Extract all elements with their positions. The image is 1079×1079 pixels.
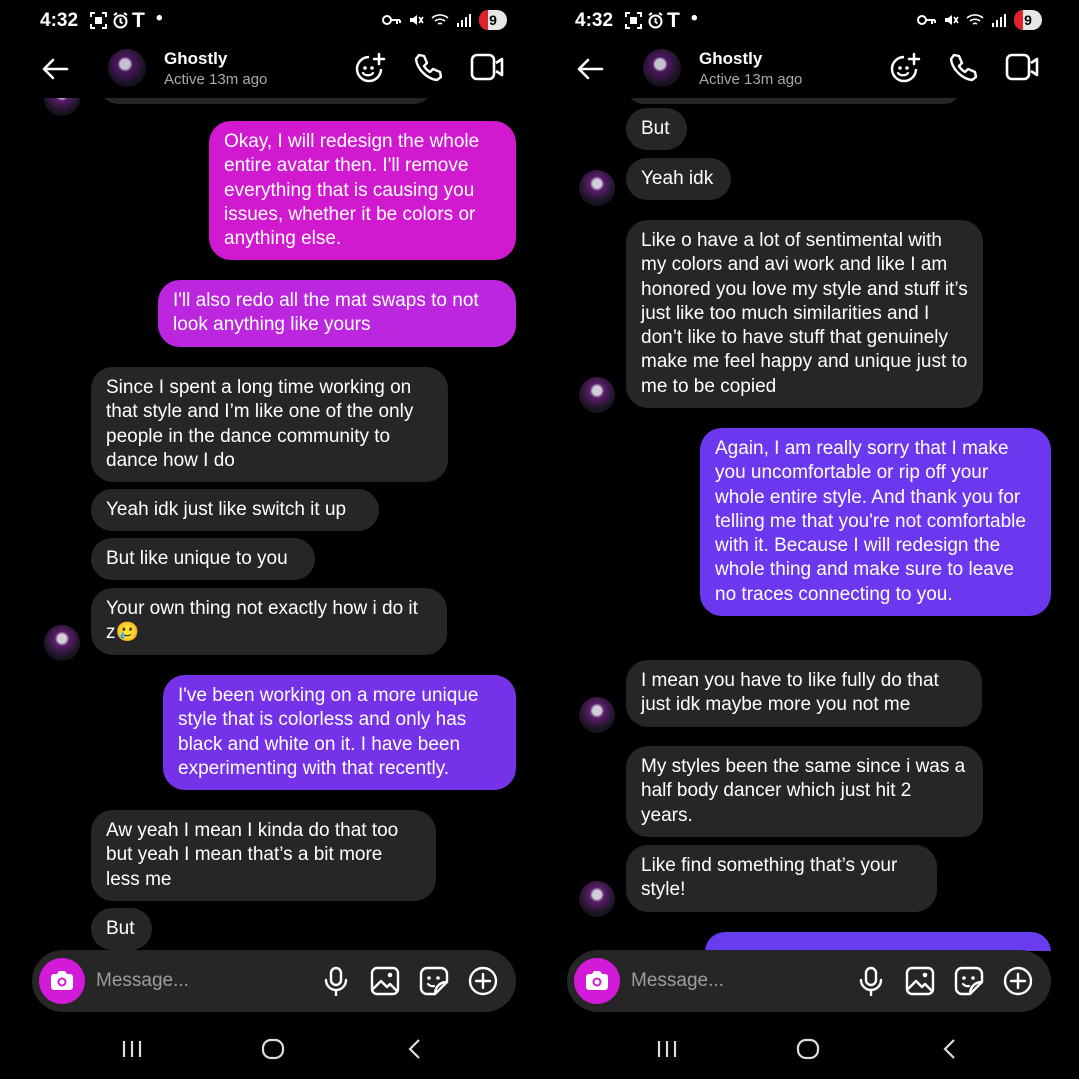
active-status: Active 13m ago [164, 71, 268, 88]
status-time: 4:32 [40, 10, 79, 31]
nav-back-icon[interactable] [406, 1038, 424, 1065]
message-input[interactable]: Message... [96, 970, 189, 992]
signal-icon [992, 14, 1006, 27]
nav-back-icon[interactable] [941, 1038, 959, 1065]
message-bubble-incoming[interactable]: Your own thing not exactly how i do it z… [91, 588, 447, 655]
message-bubble-cutoff [100, 98, 432, 104]
key-icon [917, 15, 936, 25]
wifi-icon [431, 14, 449, 25]
message-composer[interactable]: Message... [32, 950, 516, 1012]
sender-avatar [579, 881, 615, 917]
message-bubble-incoming[interactable]: But [626, 108, 687, 151]
message-bubble-incoming[interactable]: Like o have a lot of sentimental with my… [626, 220, 983, 409]
sender-avatar [579, 170, 615, 206]
screenshot-icon [90, 12, 107, 35]
camera-icon [51, 971, 73, 990]
message-bubble-incoming[interactable]: I mean you have to like fully do that ju… [626, 660, 982, 727]
status-bar: 4:32 T • 9 [575, 8, 1042, 36]
add-friend-icon[interactable] [352, 52, 386, 91]
screenshot-icon [625, 12, 642, 35]
message-bubble-incoming[interactable]: But [91, 908, 152, 951]
system-nav-bar [0, 1036, 535, 1066]
carrier-logo: T [667, 9, 680, 32]
signal-icon [457, 14, 471, 27]
message-bubble-outgoing[interactable]: I've been working on a more unique style… [163, 675, 516, 791]
image-icon[interactable] [905, 966, 935, 1001]
message-bubble-incoming[interactable]: Yeah idk [626, 158, 731, 201]
video-icon[interactable] [1005, 52, 1039, 87]
message-composer[interactable]: Message... [567, 950, 1051, 1012]
system-nav-bar [535, 1036, 1070, 1066]
left-screenshot: 4:32 T • 9 Ghostly Active 13m ago Okay, … [0, 0, 535, 1079]
back-arrow-icon[interactable] [575, 54, 605, 89]
mic-icon[interactable] [857, 966, 885, 1001]
right-screenshot: 4:32 T • 9 Ghostly Active 13m ago But Ye… [535, 0, 1070, 1079]
message-bubble-outgoing[interactable]: I'll also redo all the mat swaps to not … [158, 280, 516, 347]
add-friend-icon[interactable] [887, 52, 921, 91]
status-time: 4:32 [575, 10, 614, 31]
video-icon[interactable] [470, 52, 504, 87]
sticker-icon[interactable] [419, 966, 449, 1001]
message-bubble-incoming[interactable]: Aw yeah I mean I kinda do that too but y… [91, 810, 436, 901]
plus-circle-icon[interactable] [468, 966, 498, 1001]
contact-avatar[interactable] [643, 49, 681, 87]
sender-avatar [579, 697, 615, 733]
alarm-icon [647, 12, 664, 35]
notification-dot: • [156, 8, 163, 29]
image-icon[interactable] [370, 966, 400, 1001]
message-bubble-outgoing-partial[interactable] [705, 932, 1051, 951]
contact-name[interactable]: Ghostly [164, 49, 227, 69]
sender-avatar [44, 98, 80, 116]
message-bubble-incoming[interactable]: Like find something that’s your style! [626, 845, 937, 912]
sender-avatar [44, 625, 80, 661]
mic-icon[interactable] [322, 966, 350, 1001]
active-status: Active 13m ago [699, 71, 803, 88]
status-right: 9 [382, 10, 507, 30]
message-bubble-incoming[interactable]: My styles been the same since i was a ha… [626, 746, 983, 837]
phone-icon[interactable] [947, 52, 979, 89]
phone-icon[interactable] [412, 52, 444, 89]
contact-name[interactable]: Ghostly [699, 49, 762, 69]
key-icon [382, 15, 401, 25]
battery-badge: 9 [479, 10, 507, 30]
nav-home-icon[interactable] [261, 1038, 285, 1065]
message-bubble-incoming[interactable]: Yeah idk just like switch it up [91, 489, 379, 532]
camera-icon [586, 971, 608, 990]
message-thread[interactable]: But Yeah idk Like o have a lot of sentim… [535, 98, 1070, 951]
nav-home-icon[interactable] [796, 1038, 820, 1065]
status-right: 9 [917, 10, 1042, 30]
message-bubble-incoming[interactable]: Since I spent a long time working on tha… [91, 367, 448, 483]
alarm-icon [112, 12, 129, 35]
battery-badge: 9 [1014, 10, 1042, 30]
message-thread[interactable]: Okay, I will redesign the whole entire a… [0, 98, 535, 951]
plus-circle-icon[interactable] [1003, 966, 1033, 1001]
message-bubble-cutoff [626, 98, 962, 104]
sender-avatar [579, 377, 615, 413]
mute-icon [945, 15, 959, 25]
sticker-icon[interactable] [954, 966, 984, 1001]
message-bubble-outgoing[interactable]: Okay, I will redesign the whole entire a… [209, 121, 516, 261]
message-input[interactable]: Message... [631, 970, 724, 992]
chat-header: Ghostly Active 13m ago [535, 44, 1070, 98]
contact-avatar[interactable] [108, 49, 146, 87]
chat-header: Ghostly Active 13m ago [0, 44, 535, 98]
nav-recents-icon[interactable] [121, 1038, 143, 1065]
camera-button[interactable] [39, 958, 85, 1004]
wifi-icon [966, 14, 984, 25]
status-bar: 4:32 T • 9 [40, 8, 507, 36]
message-bubble-incoming[interactable]: But like unique to you [91, 538, 315, 581]
mute-icon [410, 15, 424, 25]
message-bubble-outgoing[interactable]: Again, I am really sorry that I make you… [700, 428, 1051, 617]
carrier-logo: T [132, 9, 145, 32]
back-arrow-icon[interactable] [40, 54, 70, 89]
notification-dot: • [691, 8, 698, 29]
camera-button[interactable] [574, 958, 620, 1004]
nav-recents-icon[interactable] [656, 1038, 678, 1065]
